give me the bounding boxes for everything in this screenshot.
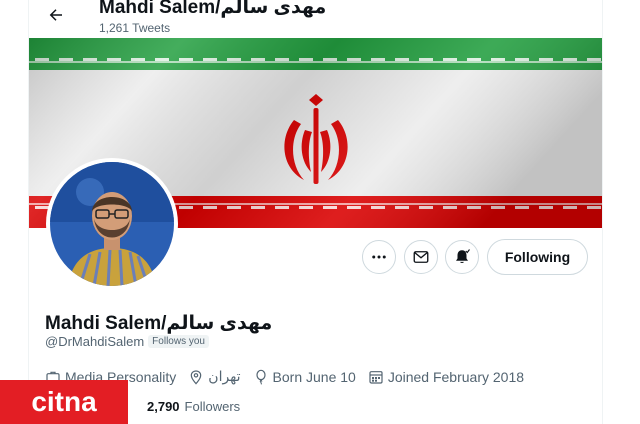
follows-you-badge: Follows you <box>148 335 209 348</box>
svg-text:citna: citna <box>31 387 97 417</box>
more-button[interactable] <box>362 240 396 274</box>
location-icon <box>191 369 202 385</box>
mail-icon <box>413 251 429 263</box>
location-item: تهران <box>188 368 241 385</box>
balloon-icon <box>255 369 266 385</box>
header-tweet-count: 1,261 Tweets <box>99 21 171 35</box>
back-arrow-icon <box>49 9 62 21</box>
profile-panel: Mahdi Salem/مهدی سالم 1,261 Tweets Follo… <box>28 0 603 424</box>
citna-watermark: citna <box>0 380 128 424</box>
birthday-text: Born June 10 <box>272 368 356 385</box>
birthday-item: Born June 10 <box>253 369 356 385</box>
profile-display-name: Mahdi Salem/مهدی سالم <box>45 313 273 334</box>
profile-avatar[interactable] <box>46 158 178 290</box>
header-display-name: Mahdi Salem/مهدی سالم <box>99 0 327 18</box>
followers-link[interactable]: 2,790 Followers <box>147 399 240 414</box>
followers-count: 2,790 <box>147 399 180 414</box>
handle-row: @DrMahdiSalem Follows you <box>45 334 209 349</box>
citna-logo: citna <box>31 387 97 417</box>
joined-text: Joined February 2018 <box>387 368 525 385</box>
profile-handle: @DrMahdiSalem <box>45 334 145 349</box>
back-button[interactable] <box>41 0 71 30</box>
joined-item: Joined February 2018 <box>368 369 524 385</box>
more-icon <box>372 255 386 259</box>
calendar-icon <box>369 370 383 384</box>
message-button[interactable] <box>404 240 438 274</box>
bell-icon <box>456 249 470 263</box>
followers-label: Followers <box>184 399 241 414</box>
location-text: تهران <box>208 368 241 384</box>
notifications-button[interactable] <box>445 240 479 274</box>
following-button[interactable]: Following <box>487 239 588 275</box>
